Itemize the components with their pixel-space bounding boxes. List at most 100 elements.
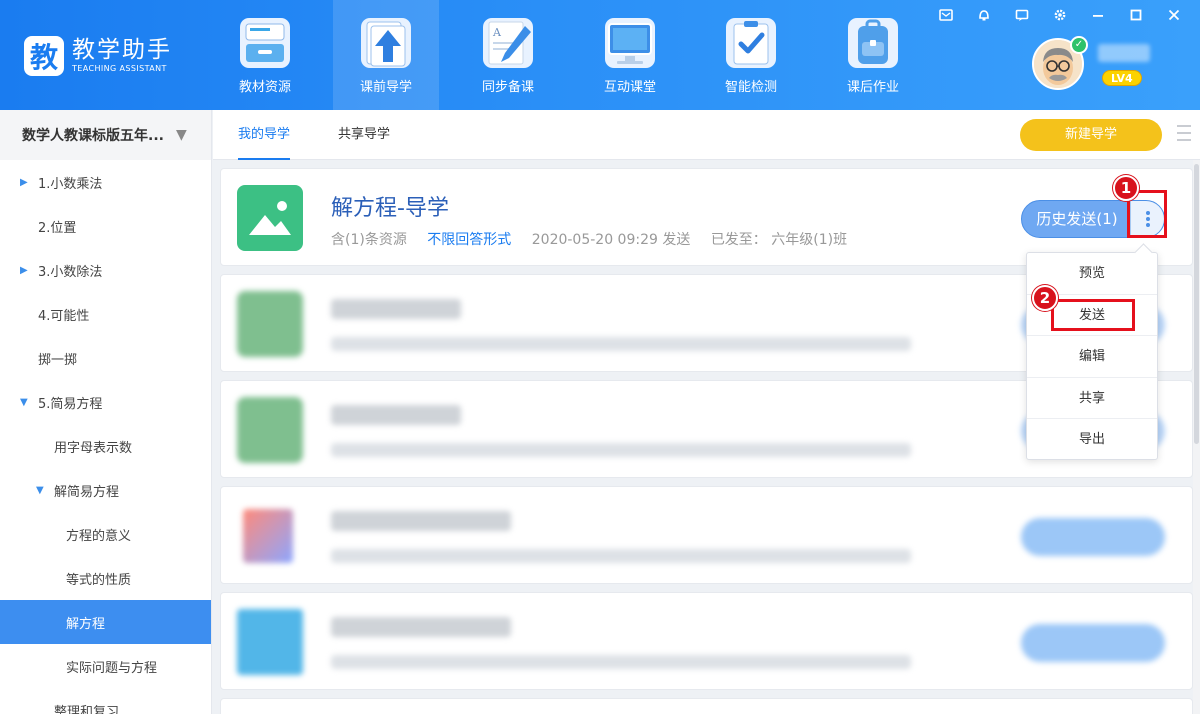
nav-label: 教材资源 [238, 80, 291, 95]
sidebar-tree-item[interactable]: 掷一掷 [0, 336, 211, 380]
grade-label: 数学人教课标版五年... [22, 128, 164, 144]
grade-selector[interactable]: 数学人教课标版五年... ▼ [0, 110, 211, 160]
nav-textbook-resources[interactable]: 教材资源 [212, 0, 318, 110]
menu-item-share[interactable]: 共享 [1027, 378, 1157, 420]
backpack-icon [846, 16, 900, 70]
tab-shared-guides[interactable]: 共享导学 [338, 110, 390, 160]
maximize-icon[interactable] [1122, 8, 1150, 28]
blurred-title [331, 617, 511, 637]
blurred-title [331, 405, 461, 425]
scrollbar-thumb[interactable] [1194, 164, 1199, 444]
caret-down-icon: ▼ [176, 127, 187, 143]
sidebar-tree-item[interactable]: ▶ 3.小数除法 [0, 248, 211, 292]
online-check-icon: ✓ [1070, 36, 1088, 54]
blurred-title [331, 511, 511, 531]
nav-label: 课前导学 [359, 80, 412, 95]
blurred-meta [331, 443, 911, 457]
svg-text:A: A [492, 26, 502, 39]
sidebar-tree-item[interactable]: 4.可能性 [0, 292, 211, 336]
menu-item-export[interactable]: 导出 [1027, 419, 1157, 461]
sidebar-tree-item[interactable]: 2.位置 [0, 204, 211, 248]
level-badge: LV4 [1102, 70, 1142, 86]
more-options-menu: 预览 发送 编辑 共享 导出 [1026, 252, 1158, 460]
caret-right-icon: ▶ [20, 264, 28, 276]
sent-to: 已发至： 六年级(1)班 [710, 232, 848, 248]
annotation-step-2: 2 [1032, 285, 1058, 311]
blurred-history-button [1021, 624, 1165, 662]
sidebar-tree-item[interactable]: 方程的意义 [0, 512, 211, 556]
nav-label: 同步备课 [481, 80, 534, 95]
annotation-highlight-send [1051, 299, 1135, 331]
upload-book-icon [359, 16, 413, 70]
nav-label: 智能检测 [724, 80, 777, 95]
guide-title[interactable]: 解方程-导学 [331, 190, 449, 222]
app-logo: 教 教学助手 TEACHING ASSISTANT [24, 36, 172, 76]
nav-label: 互动课堂 [603, 80, 656, 95]
annotation-step-1: 1 [1113, 175, 1139, 201]
nav-pre-class-guide[interactable]: 课前导学 [333, 0, 439, 110]
username-redacted [1098, 44, 1150, 62]
sent-time: 2020-05-20 09:29 发送 [531, 232, 691, 248]
mail-icon[interactable] [932, 8, 960, 28]
nav-sync-prep[interactable]: A 同步备课 [455, 0, 561, 110]
tree-item-label: 用字母表示数 [54, 440, 133, 456]
guide-thumbnail [237, 291, 303, 357]
guide-meta: 含(1)条资源 不限回答形式 2020-05-20 09:29 发送 已发至： … [331, 229, 863, 249]
tree-item-label: 掷一掷 [38, 352, 78, 368]
new-guide-button[interactable]: 新建导学 [1020, 119, 1162, 151]
tab-bar: 我的导学 共享导学 新建导学 [213, 110, 1200, 160]
sidebar-tree-item[interactable]: 用字母表示数 [0, 424, 211, 468]
blurred-history-button [1021, 518, 1165, 556]
caret-down-icon: ▼ [36, 484, 44, 496]
nav-interactive-class[interactable]: 互动课堂 [577, 0, 683, 110]
chapter-tree: ▶ 1.小数乘法 2.位置 ▶ 3.小数除法 4.可能性掷一掷 ▼ 5.简易方程用字母表示数 ▼… [0, 160, 211, 714]
close-icon[interactable] [1160, 8, 1188, 28]
resource-count: 含(1)条资源 [331, 232, 407, 248]
guide-card-blurred[interactable] [220, 592, 1193, 690]
nav-label: 课后作业 [846, 80, 899, 95]
bell-icon[interactable] [970, 8, 998, 28]
sidebar-tree-item[interactable]: ▶ 1.小数乘法 [0, 160, 211, 204]
logo-icon: 教 [24, 36, 64, 76]
nav-homework[interactable]: 课后作业 [820, 0, 926, 110]
menu-item-edit[interactable]: 编辑 [1027, 336, 1157, 378]
guide-thumbnail [243, 509, 293, 563]
gear-icon[interactable] [1046, 8, 1074, 28]
list-view-icon[interactable] [1177, 125, 1191, 146]
history-send-label: 历史发送(1) [1036, 210, 1118, 228]
blurred-meta [331, 655, 911, 669]
tree-item-label: 4.可能性 [38, 308, 90, 324]
sidebar-tree-item[interactable]: ▼ 解简易方程 [0, 468, 211, 512]
tab-my-guides[interactable]: 我的导学 [238, 110, 291, 160]
sidebar-tree-item[interactable]: ▼ 5.简易方程 [0, 380, 211, 424]
window-controls [932, 8, 1188, 28]
caret-down-icon: ▼ [20, 396, 28, 408]
app-subtitle: TEACHING ASSISTANT [72, 64, 167, 73]
tree-item-label: 实际问题与方程 [66, 660, 158, 676]
tree-item-label: 等式的性质 [66, 572, 132, 588]
tree-item-label: 1.小数乘法 [38, 176, 103, 192]
guide-thumbnail [237, 609, 303, 675]
caret-right-icon: ▶ [20, 176, 28, 188]
tree-item-label: 3.小数除法 [38, 264, 103, 280]
minimize-icon[interactable] [1084, 8, 1112, 28]
nav-smart-check[interactable]: 智能检测 [698, 0, 804, 110]
sidebar-tree-item[interactable]: 解方程 [0, 600, 211, 644]
app-name: 教学助手 [72, 37, 172, 63]
guide-card-blurred[interactable] [220, 698, 1193, 714]
guide-card-blurred[interactable] [220, 486, 1193, 584]
image-icon [237, 185, 303, 251]
sidebar-tree-item[interactable]: 等式的性质 [0, 556, 211, 600]
answer-form: 不限回答形式 [427, 232, 512, 248]
tree-item-label: 方程的意义 [66, 528, 132, 544]
chat-icon[interactable] [1008, 8, 1036, 28]
sidebar-tree-item[interactable]: 整理和复习 [0, 688, 211, 714]
blurred-meta [331, 549, 911, 563]
monitor-icon [603, 16, 657, 70]
guide-thumbnail [237, 397, 303, 463]
tree-item-label: 解方程 [66, 616, 106, 632]
pen-paper-icon: A [481, 16, 535, 70]
cabinet-icon [238, 16, 292, 70]
top-bar: 教 教学助手 TEACHING ASSISTANT 教材资源 课前导学 A 同步… [0, 0, 1200, 110]
sidebar-tree-item[interactable]: 实际问题与方程 [0, 644, 211, 688]
